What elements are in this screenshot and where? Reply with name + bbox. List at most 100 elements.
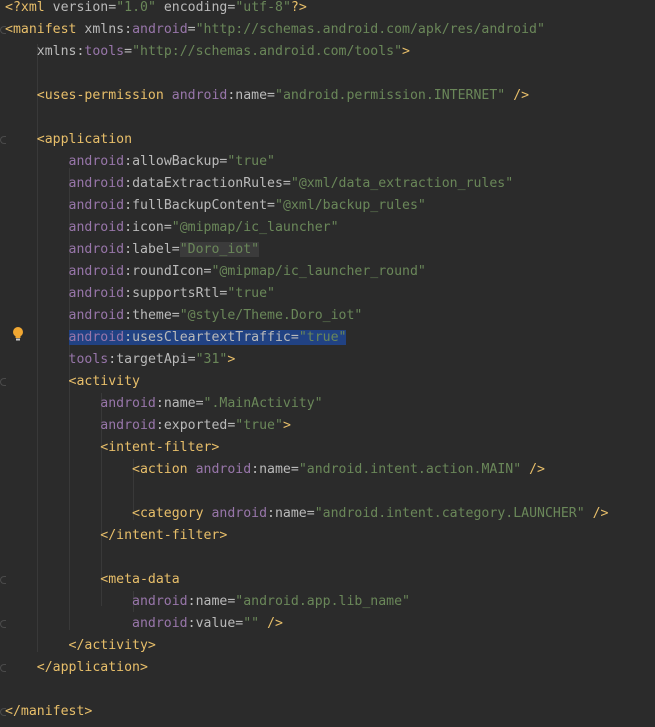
code-token: roundIcon xyxy=(132,264,204,279)
code-line[interactable]: android:name="android.app.lib_name" xyxy=(5,591,410,613)
code-token: android xyxy=(68,220,125,235)
code-token: xmlns xyxy=(84,22,125,37)
code-token: "android.intent.category.LAUNCHER" xyxy=(314,506,585,521)
code-line[interactable]: xmlns:tools="http://schemas.android.com/… xyxy=(5,41,410,63)
code-token: : xyxy=(124,198,133,213)
code-token: value xyxy=(195,616,236,631)
code-line[interactable]: <uses-permission android:name="android.p… xyxy=(5,85,529,107)
code-token: android xyxy=(68,308,125,323)
code-token: android xyxy=(68,154,125,169)
code-token: "true" xyxy=(298,330,347,345)
code-line[interactable]: </manifest> xyxy=(5,701,92,723)
code-token: : xyxy=(124,220,133,235)
code-token: "android.permission.INTERNET" xyxy=(275,88,506,103)
code-token: "@xml/data_extraction_rules" xyxy=(290,176,514,191)
code-line[interactable]: android:exported="true"> xyxy=(5,415,291,437)
code-token: "1.0" xyxy=(116,0,156,15)
code-token: : xyxy=(124,330,133,345)
code-token: = xyxy=(124,44,133,59)
code-token: android xyxy=(132,594,188,609)
code-token: : xyxy=(124,154,133,169)
code-token: = xyxy=(306,506,315,521)
code-token: : xyxy=(124,176,133,191)
code-line[interactable]: </activity> xyxy=(5,635,156,657)
code-token: <intent-filter> xyxy=(100,440,220,455)
code-token: icon xyxy=(132,220,164,235)
code-line[interactable]: android:label="Doro_iot" xyxy=(5,239,260,261)
code-token: "android.intent.action.MAIN" xyxy=(298,462,522,477)
code-token: "true" xyxy=(235,418,283,433)
code-token: "@mipmap/ic_launcher" xyxy=(171,220,339,235)
code-token: = xyxy=(195,396,204,411)
code-token: /> xyxy=(584,506,609,521)
code-token: android xyxy=(100,396,156,411)
code-token: = xyxy=(163,220,172,235)
code-token: > xyxy=(227,352,236,367)
code-token: supportsRtl xyxy=(132,286,220,301)
code-token: android xyxy=(195,462,252,477)
code-line[interactable]: android:usesCleartextTraffic="true" xyxy=(5,327,347,349)
code-token: = xyxy=(267,88,275,103)
code-line[interactable]: android:name=".MainActivity" xyxy=(5,393,322,415)
code-line[interactable]: <?xml version="1.0" encoding="utf-8"?> xyxy=(5,0,307,19)
code-token: = xyxy=(290,330,299,345)
code-line[interactable]: android:icon="@mipmap/ic_launcher" xyxy=(5,217,339,239)
code-line[interactable]: android:dataExtractionRules="@xml/data_e… xyxy=(5,173,514,195)
code-token: android xyxy=(132,22,188,37)
code-token: : xyxy=(124,22,133,37)
code-token: > xyxy=(282,418,291,433)
code-line[interactable]: <action android:name="android.intent.act… xyxy=(5,459,545,481)
code-line[interactable]: <manifest xmlns:android="http://schemas.… xyxy=(5,19,545,41)
code-line[interactable]: android:allowBackup="true" xyxy=(5,151,275,173)
code-token: "http://schemas.android.com/tools" xyxy=(132,44,403,59)
code-token: : xyxy=(124,286,133,301)
code-token: theme xyxy=(132,308,172,323)
code-token: = xyxy=(290,462,299,477)
code-token: name xyxy=(195,594,228,609)
code-line[interactable]: </application> xyxy=(5,657,148,679)
code-token: android xyxy=(68,264,125,279)
code-token: dataExtractionRules xyxy=(132,176,283,191)
code-token: name xyxy=(163,396,196,411)
code-line[interactable]: </intent-filter> xyxy=(5,525,227,547)
code-line[interactable]: android:fullBackupContent="@xml/backup_r… xyxy=(5,195,426,217)
code-token: "true" xyxy=(227,154,275,169)
code-line[interactable]: <intent-filter> xyxy=(5,437,219,459)
code-token: <manifest xyxy=(5,22,85,37)
code-line[interactable]: android:value="" /> xyxy=(5,613,283,635)
code-token: : xyxy=(108,352,117,367)
code-token: encoding xyxy=(155,0,228,15)
code-line[interactable]: android:supportsRtl="true" xyxy=(5,283,275,305)
code-token: xmlns xyxy=(36,44,77,59)
code-line[interactable]: tools:targetApi="31"> xyxy=(5,349,236,371)
code-line[interactable]: <category android:name="android.intent.c… xyxy=(5,503,608,525)
code-line[interactable]: <application xyxy=(5,129,132,151)
code-line[interactable]: android:theme="@style/Theme.Doro_iot" xyxy=(5,305,363,327)
code-token: <meta-data xyxy=(100,572,180,587)
code-token: > xyxy=(402,44,410,59)
code-editor[interactable]: <?xml version="1.0" encoding="utf-8"?> <m… xyxy=(0,0,655,727)
code-line[interactable]: <meta-data xyxy=(5,569,180,591)
code-token: android xyxy=(211,506,268,521)
code-token: </manifest> xyxy=(5,704,93,719)
code-line[interactable]: android:roundIcon="@mipmap/ic_launcher_r… xyxy=(5,261,426,283)
code-line[interactable]: <activity xyxy=(5,371,140,393)
code-token: = xyxy=(108,0,117,15)
code-token: tools xyxy=(84,44,125,59)
code-token: name xyxy=(274,506,307,521)
code-token: name xyxy=(259,462,291,477)
